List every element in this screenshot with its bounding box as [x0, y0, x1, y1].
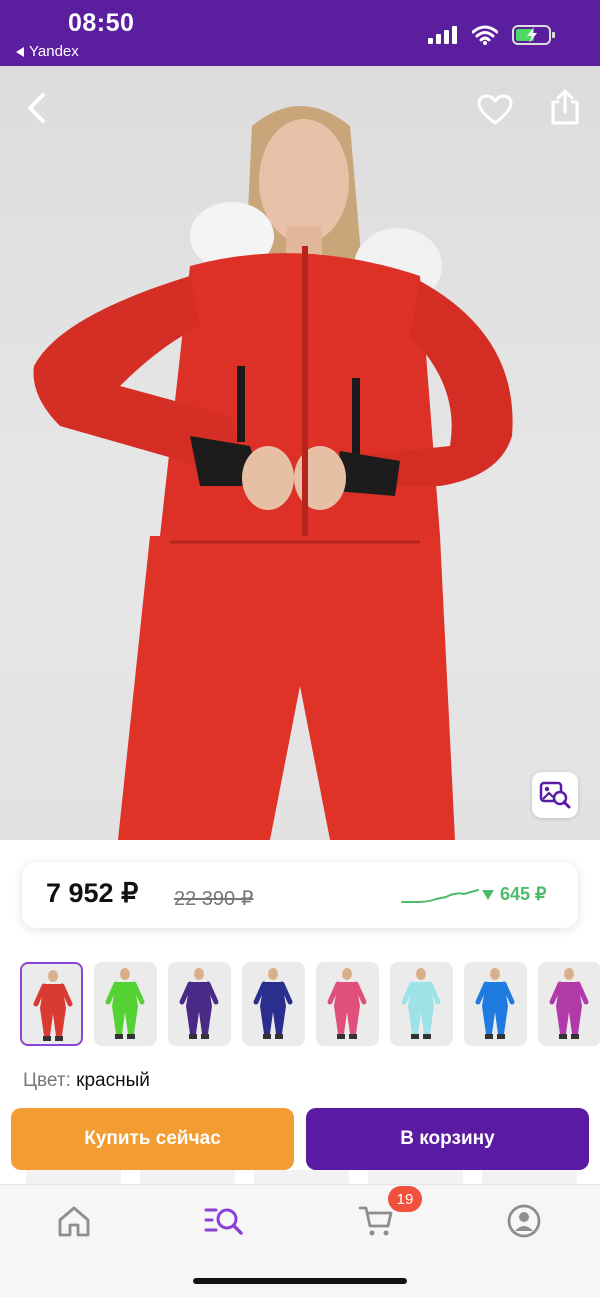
status-bar: 08:50 Yandex [0, 0, 600, 66]
visual-search-button[interactable] [532, 772, 578, 818]
product-photo[interactable] [0, 66, 600, 840]
price-card[interactable]: 7 952 ₽ 22 390 ₽ 645 ₽ [22, 862, 578, 928]
color-selection: Цвет: красный [23, 1070, 150, 1092]
heart-icon [477, 94, 513, 125]
variant-figure [33, 970, 73, 1041]
battery-charging-icon [512, 25, 555, 45]
favorite-button[interactable] [474, 90, 516, 130]
variant-figure [401, 968, 441, 1039]
model-in-red-ski-suit [33, 106, 513, 840]
catalog-search-icon [204, 1208, 243, 1235]
cart-count-badge: 19 [388, 1186, 422, 1212]
color-value: красный [76, 1070, 150, 1091]
color-variant-thumb[interactable] [168, 962, 231, 1046]
price-drop-value: 645 ₽ [500, 884, 547, 904]
variant-figure [105, 968, 145, 1039]
tab-profile[interactable] [504, 1201, 544, 1241]
back-app-label: Yandex [29, 43, 79, 60]
wifi-icon [472, 25, 498, 45]
status-icons [428, 24, 556, 46]
add-to-cart-button[interactable]: В корзину [306, 1108, 589, 1170]
share-button[interactable] [546, 86, 584, 128]
color-variant-thumb[interactable] [316, 962, 379, 1046]
profile-icon [507, 1204, 541, 1238]
price-trend-sparkline [401, 889, 479, 903]
color-label: Цвет: [23, 1070, 71, 1091]
color-variant-thumb[interactable] [242, 962, 305, 1046]
tab-home[interactable] [54, 1201, 94, 1241]
home-icon [58, 1206, 90, 1237]
cart-icon [358, 1206, 393, 1236]
share-icon [551, 89, 579, 125]
home-indicator[interactable] [193, 1278, 407, 1284]
color-variant-thumb[interactable] [20, 962, 83, 1046]
color-variant-thumb[interactable] [538, 962, 600, 1046]
buy-now-button[interactable]: Купить сейчас [11, 1108, 294, 1170]
back-to-app-link[interactable]: Yandex [16, 43, 79, 60]
variant-figure [549, 968, 589, 1039]
variant-figure [327, 968, 367, 1039]
old-price: 22 390 ₽ [174, 888, 254, 910]
down-triangle-icon [482, 889, 494, 900]
price-drop: 645 ₽ [482, 884, 547, 905]
variant-figure [253, 968, 293, 1039]
current-price: 7 952 ₽ [46, 878, 139, 908]
variant-figure [179, 968, 219, 1039]
variant-figure [475, 968, 515, 1039]
color-variant-thumb[interactable] [94, 962, 157, 1046]
color-variant-thumb[interactable] [464, 962, 527, 1046]
back-arrow-icon [16, 46, 24, 57]
color-variant-list [20, 962, 600, 1046]
color-variant-thumb[interactable] [390, 962, 453, 1046]
image-search-icon [539, 781, 571, 809]
back-button[interactable] [18, 88, 54, 128]
chevron-left-icon [28, 93, 45, 123]
tab-catalog[interactable] [204, 1201, 244, 1241]
signal-icon [428, 26, 457, 44]
status-time: 08:50 [68, 9, 135, 37]
size-row-peek [0, 1170, 600, 1184]
